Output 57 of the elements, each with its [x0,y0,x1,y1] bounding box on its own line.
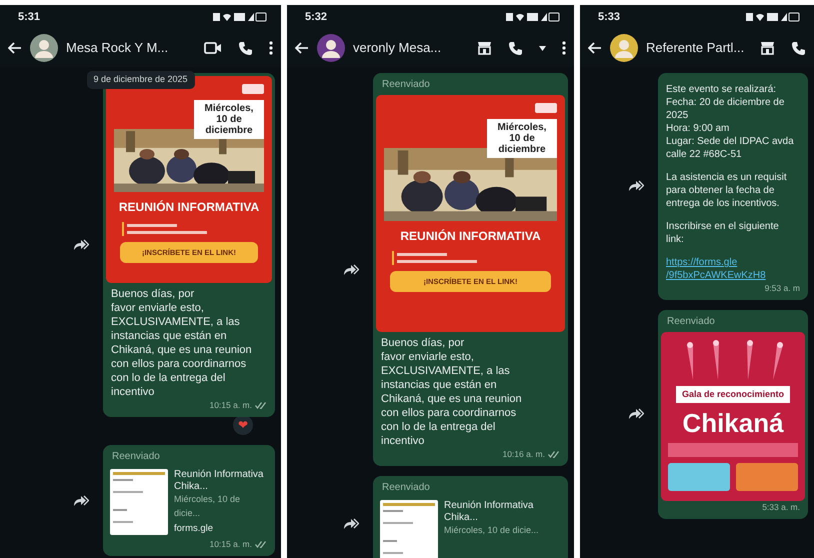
back-icon[interactable] [8,42,22,54]
link-title[interactable]: Reunión Informativa Chika... [444,500,561,524]
forward-icon[interactable] [73,239,89,251]
contact-name[interactable]: Referente Partl... [646,38,752,58]
reaction-badge: ❤ [233,415,253,435]
poster-title: REUNIÓN INFORMATIVA [399,228,542,245]
contact-name[interactable]: Mesa Rock Y M... [66,38,196,58]
status-time: 5:33 [598,10,620,25]
menu-icon[interactable] [269,41,273,55]
forward-icon[interactable] [73,494,89,506]
message-time: 10:16 a. m. [502,448,545,461]
link-subtitle: Miércoles, 10 de dicie... [444,524,540,537]
contact-name[interactable]: veronly Mesa... [353,38,469,58]
message-text: Buenos días, por favor enviarle esto, EXCLUSIVAMENTE, a las instancias que están en Chikaná, que es una reunion con ellos para coordinarnos con lo de la entrega del incentivo [381,336,523,448]
message-text: Inscribirse en el siguiente link: [666,220,780,246]
store-icon[interactable] [477,41,492,55]
poster-date: Miércoles, 10 de diciembre [194,100,264,139]
phone-icon[interactable] [238,40,253,56]
message-text: Este evento se realizará: Fecha: 20 de diciembre de 2025 Hora: 9:00 am Lugar: Sede del IDPAC avda calle 22 #68C-51 [666,83,795,161]
message-time: 9:53 a. m [764,282,800,295]
status-icons [746,12,800,22]
link-title[interactable]: Reunión Informativa Chika... [174,469,268,493]
message-time: 5:33 a. m. [762,501,800,514]
caret-icon[interactable] [539,46,546,50]
menu-icon[interactable] [562,41,566,55]
message-text: La asistencia es un requisit para obtener la fecha de entrega de los incentivos. [666,171,788,210]
message-link[interactable]: https://forms.gle /9f5bxPcAWKEwKzH8 [666,256,800,282]
message-text: Buenos días, por favor enviarle esto, EXCLUSIVAMENTE, a las instancias que están en Chikaná, que es una reunion con ellos para coordinarnos con lo de la entrega del incentivo [111,287,253,400]
back-icon[interactable] [295,42,309,54]
date-chip: 9 de diciembre de 2025 [86,71,195,88]
poster-banner: Gala de reconocimiento [676,386,790,404]
link-thumbnail[interactable] [110,469,168,535]
status-time: 5:32 [305,10,328,25]
poster-title: REUNIÓN INFORMATIVA [118,199,260,216]
forwarded-label: Reenviado [666,314,716,329]
status-time: 5:31 [18,10,40,25]
poster-date: Miércoles, 10 de diciembre [487,119,557,158]
phone-icon[interactable] [508,40,523,56]
poster-title: Chikaná [682,409,784,438]
forward-icon[interactable] [628,180,644,192]
store-icon[interactable] [760,41,775,55]
status-icons [213,12,267,22]
message-time: 10:15 a. m. [209,538,252,551]
phone-icon[interactable] [791,40,806,56]
forwarded-label: Reenviado [381,481,431,495]
forward-icon[interactable] [628,408,644,420]
back-icon[interactable] [588,42,602,54]
status-icons [506,12,560,22]
link-thumbnail[interactable] [380,500,438,558]
forward-icon[interactable] [343,264,359,276]
message-time: 10:15 a. m. [209,399,252,412]
link-subtitle: Miércoles, 10 de dicie... [174,493,242,520]
link-domain: forms.gle [174,522,214,536]
forwarded-label: Reenviado [111,450,161,464]
video-call-icon[interactable] [204,41,222,55]
forwarded-label: Reenviado [381,78,431,92]
forward-icon[interactable] [343,518,359,530]
